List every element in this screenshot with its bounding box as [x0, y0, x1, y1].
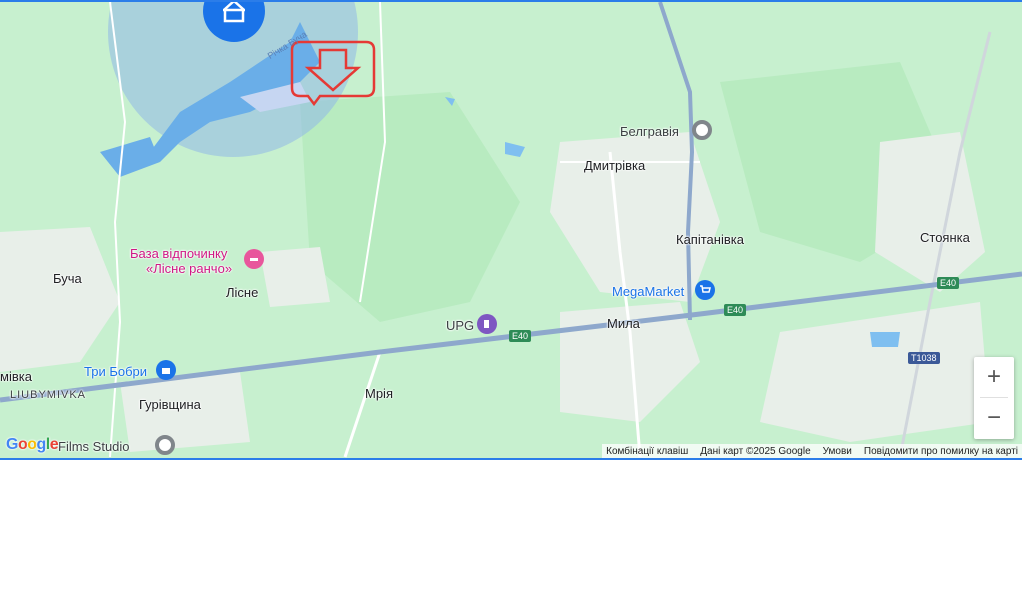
upg-label[interactable]: UPG [446, 318, 474, 333]
films-studio-label[interactable]: Films Studio [58, 439, 130, 454]
fuel-pin[interactable] [477, 314, 497, 334]
home-icon [223, 2, 245, 23]
e40-shield: E40 [724, 304, 747, 316]
hurivshchyna-label: Гурівщина [139, 397, 201, 412]
try-bobry-label[interactable]: Три Бобри [84, 364, 147, 379]
map-footer: Комбінації клавіш Дані карт ©2025 Google… [602, 444, 1022, 458]
e40-shield: E40 [509, 330, 532, 342]
fuel-icon [484, 320, 489, 328]
map-data-text: Дані карт ©2025 Google [700, 445, 811, 457]
belhravia-label[interactable]: Белгравія [620, 124, 679, 139]
mila-label: Мила [607, 316, 640, 331]
map-base-layer [0, 2, 1022, 458]
e40-shield: E40 [937, 277, 960, 289]
mriia-label: Мрія [365, 386, 393, 401]
bucha-label: Буча [53, 271, 82, 286]
dmytrivka-label: Дмитрівка [584, 158, 646, 173]
try-bobry-pin[interactable] [156, 360, 176, 380]
base-line1-label[interactable]: База відпочинку [130, 246, 227, 261]
cart-icon [700, 285, 711, 293]
lisne-label: Лісне [226, 285, 259, 300]
zoom-control: + − [974, 357, 1014, 439]
kapitanivka-label: Капітанівка [676, 232, 744, 247]
bed-icon [250, 258, 258, 261]
t1038-shield: T1038 [908, 352, 940, 364]
arrow-down-icon [290, 40, 376, 106]
films-studio-pin[interactable] [155, 435, 175, 455]
google-logo: Google [6, 436, 59, 453]
megamarket-pin[interactable] [695, 280, 715, 300]
terms-link[interactable]: Умови [823, 446, 852, 457]
zoom-in-button[interactable]: + [974, 357, 1014, 397]
zoom-out-button[interactable]: − [974, 398, 1014, 438]
bag-icon [162, 368, 170, 374]
keyboard-shortcuts-link[interactable]: Комбінації клавіш [606, 446, 688, 457]
belhravia-pin[interactable] [692, 120, 712, 140]
ivka-label: мівка [0, 369, 32, 384]
base-line2-label[interactable]: «Лісне ранчо» [146, 261, 232, 276]
liubymivka-label: LIUBYMIVKA [10, 389, 87, 401]
map-canvas[interactable]: Річка Буча Белгравія Дмитрівка Капітанів… [0, 0, 1022, 460]
base-pin[interactable] [244, 249, 264, 269]
stoianka-label: Стоянка [920, 230, 970, 245]
megamarket-label[interactable]: MegaMarket [612, 284, 684, 299]
report-error-link[interactable]: Повідомити про помилку на карті [864, 446, 1018, 457]
